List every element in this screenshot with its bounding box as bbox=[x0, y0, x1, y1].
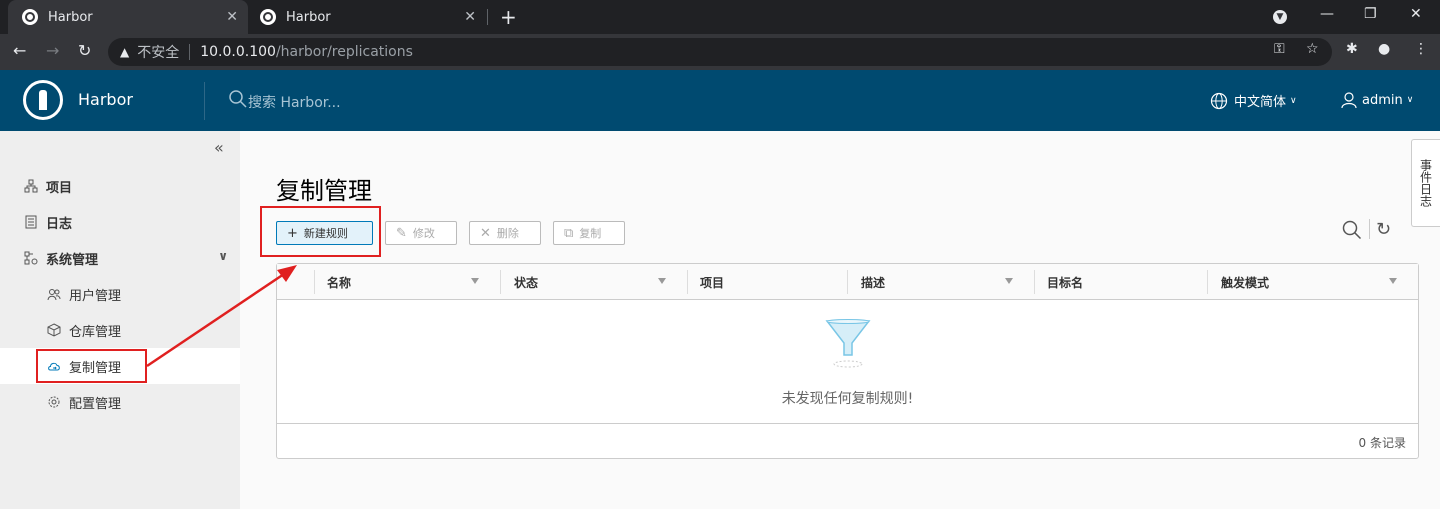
annotation-arrow bbox=[146, 265, 297, 368]
